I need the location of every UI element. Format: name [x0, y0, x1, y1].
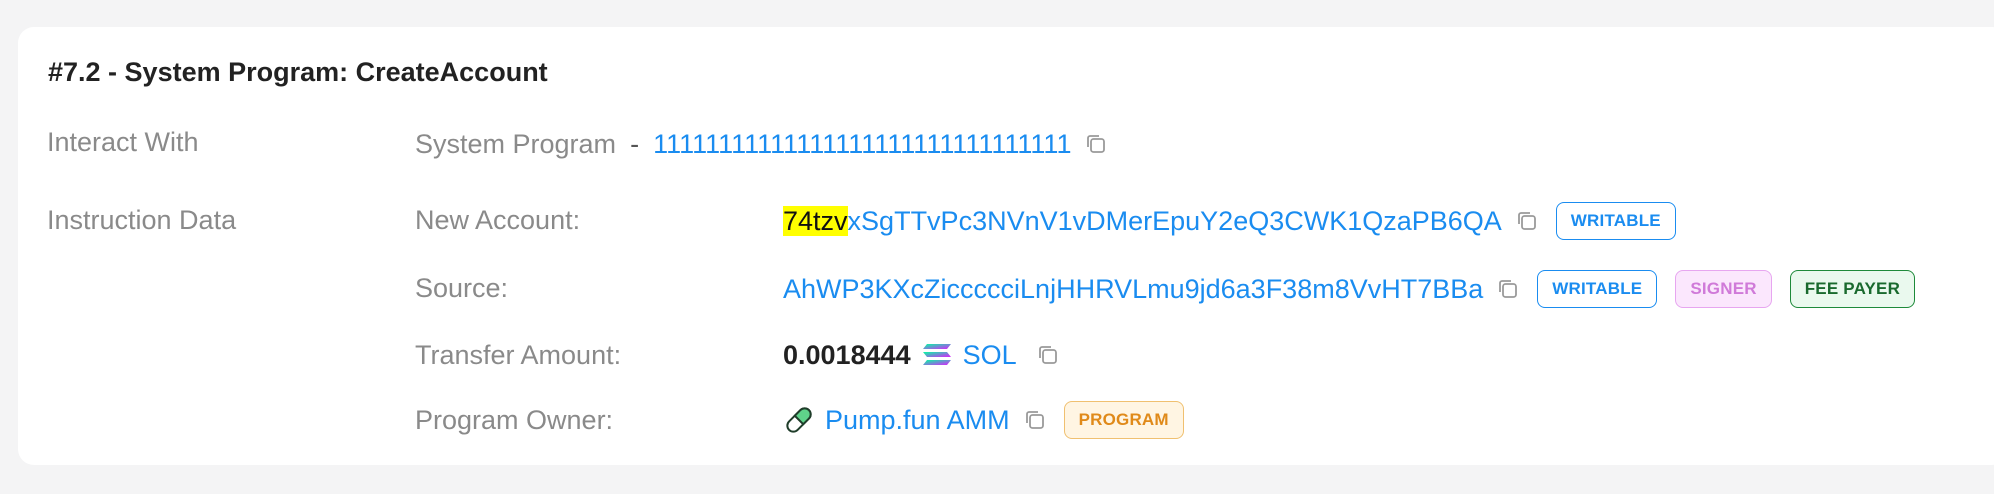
copy-icon[interactable] — [1024, 409, 1046, 431]
interact-with-label: Interact With — [47, 127, 199, 157]
transfer-amount-label: Transfer Amount: — [415, 340, 622, 370]
program-name: System Program — [415, 128, 617, 159]
instruction-data-label: Instruction Data — [47, 205, 237, 235]
program-badge: PROGRAM — [1063, 401, 1184, 439]
program-owner-value: Pump.fun AMM PROGRAM — [783, 398, 1184, 442]
sol-token-link[interactable]: SOL — [963, 340, 1017, 371]
copy-icon[interactable] — [1037, 344, 1059, 366]
interact-with-value: System Program - 11111111111111111111111… — [415, 122, 1107, 166]
program-owner-label: Program Owner: — [415, 405, 614, 435]
transfer-amount-value: 0.0018444 SOL — [783, 333, 1059, 377]
fee-payer-badge: FEE PAYER — [1789, 270, 1916, 308]
source-value: AhWP3KXcZiccccciLnjHHRVLmu9jd6a3F38m8VvH… — [783, 267, 1916, 311]
source-address-link[interactable]: AhWP3KXcZiccccciLnjHHRVLmu9jd6a3F38m8VvH… — [783, 274, 1483, 305]
new-account-value: 74tzvxSgTTvPc3NVnV1vDMerEpuY2eQ3CWK1QzaP… — [783, 199, 1676, 243]
new-account-address-rest: xSgTTvPc3NVnV1vDMerEpuY2eQ3CWK1QzaPB6QA — [847, 205, 1502, 236]
pill-icon — [783, 404, 815, 436]
signer-badge: SIGNER — [1675, 270, 1772, 308]
copy-icon[interactable] — [1085, 133, 1107, 155]
writable-badge: WRITABLE — [1537, 270, 1658, 308]
amount-value: 0.0018444 — [783, 339, 911, 370]
copy-icon[interactable] — [1497, 278, 1519, 300]
program-owner-link[interactable]: Pump.fun AMM — [825, 405, 1010, 436]
instruction-title: #7.2 - System Program: CreateAccount — [48, 57, 548, 87]
writable-badge: WRITABLE — [1555, 202, 1676, 240]
new-account-label: New Account: — [415, 205, 581, 235]
search-highlight: 74tzv — [783, 205, 848, 236]
new-account-address-link[interactable]: 74tzvxSgTTvPc3NVnV1vDMerEpuY2eQ3CWK1QzaP… — [783, 205, 1502, 237]
source-label: Source: — [415, 273, 509, 303]
copy-icon[interactable] — [1516, 210, 1538, 232]
separator: - — [630, 128, 640, 159]
program-address-link[interactable]: 11111111111111111111111111111111 — [653, 129, 1071, 160]
solana-icon — [921, 341, 953, 369]
